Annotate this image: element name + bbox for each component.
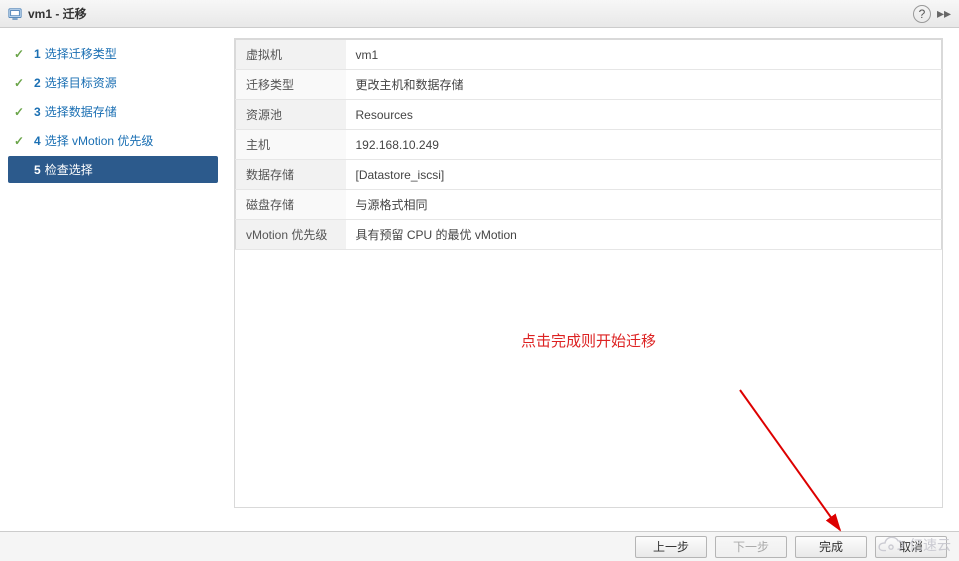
step-datastore[interactable]: ✓ 3 选择数据存储 (8, 98, 218, 125)
help-icon[interactable]: ? (913, 5, 931, 23)
table-row: vMotion 优先级 具有预留 CPU 的最优 vMotion (236, 220, 942, 250)
step-num: 4 (34, 134, 41, 148)
table-row: 主机 192.168.10.249 (236, 130, 942, 160)
check-icon: ✓ (14, 47, 28, 61)
row-value: 与源格式相同 (346, 190, 942, 220)
step-migration-type[interactable]: ✓ 1 选择迁移类型 (8, 40, 218, 67)
step-num: 3 (34, 105, 41, 119)
titlebar-left: vm1 - 迁移 (8, 5, 87, 22)
cancel-button[interactable]: 取消 (875, 536, 947, 558)
check-icon: ✓ (14, 134, 28, 148)
table-row: 数据存储 [Datastore_iscsi] (236, 160, 942, 190)
row-label: 迁移类型 (236, 70, 346, 100)
row-value: 更改主机和数据存储 (346, 70, 942, 100)
row-value: vm1 (346, 40, 942, 70)
content-panel: 虚拟机 vm1 迁移类型 更改主机和数据存储 资源池 Resources 主机 … (226, 28, 959, 531)
row-label: 资源池 (236, 100, 346, 130)
next-button: 下一步 (715, 536, 787, 558)
step-label: 选择 vMotion 优先级 (45, 132, 154, 149)
step-label: 选择迁移类型 (45, 45, 117, 62)
titlebar-right: ? ▸▸ (913, 5, 951, 23)
row-label: 磁盘存储 (236, 190, 346, 220)
step-review[interactable]: ✓ 5 检查选择 (8, 156, 218, 183)
row-label: 虚拟机 (236, 40, 346, 70)
main-area: ✓ 1 选择迁移类型 ✓ 2 选择目标资源 ✓ 3 选择数据存储 ✓ 4 选择 … (0, 28, 959, 531)
step-num: 1 (34, 47, 41, 61)
row-value: 192.168.10.249 (346, 130, 942, 160)
row-label: 主机 (236, 130, 346, 160)
summary-table: 虚拟机 vm1 迁移类型 更改主机和数据存储 资源池 Resources 主机 … (235, 39, 942, 250)
row-value: [Datastore_iscsi] (346, 160, 942, 190)
step-num: 5 (34, 163, 41, 177)
back-button[interactable]: 上一步 (635, 536, 707, 558)
step-label: 选择数据存储 (45, 103, 117, 120)
step-vmotion-priority[interactable]: ✓ 4 选择 vMotion 优先级 (8, 127, 218, 154)
expand-icon[interactable]: ▸▸ (937, 5, 951, 22)
check-icon: ✓ (14, 105, 28, 119)
finish-button[interactable]: 完成 (795, 536, 867, 558)
content-box: 虚拟机 vm1 迁移类型 更改主机和数据存储 资源池 Resources 主机 … (234, 38, 943, 508)
table-row: 迁移类型 更改主机和数据存储 (236, 70, 942, 100)
step-target-resource[interactable]: ✓ 2 选择目标资源 (8, 69, 218, 96)
table-row: 虚拟机 vm1 (236, 40, 942, 70)
table-row: 资源池 Resources (236, 100, 942, 130)
step-label: 检查选择 (45, 161, 93, 178)
row-value: Resources (346, 100, 942, 130)
wizard-sidebar: ✓ 1 选择迁移类型 ✓ 2 选择目标资源 ✓ 3 选择数据存储 ✓ 4 选择 … (0, 28, 226, 531)
row-value: 具有预留 CPU 的最优 vMotion (346, 220, 942, 250)
table-row: 磁盘存储 与源格式相同 (236, 190, 942, 220)
step-num: 2 (34, 76, 41, 90)
row-label: vMotion 优先级 (236, 220, 346, 250)
row-label: 数据存储 (236, 160, 346, 190)
step-label: 选择目标资源 (45, 74, 117, 91)
check-icon: ✓ (14, 76, 28, 90)
window-title: vm1 - 迁移 (28, 5, 87, 22)
annotation-note: 点击完成则开始迁移 (235, 330, 942, 351)
titlebar: vm1 - 迁移 ? ▸▸ (0, 0, 959, 28)
wizard-footer: 上一步 下一步 完成 取消 (0, 531, 959, 561)
vm-icon (8, 7, 22, 21)
